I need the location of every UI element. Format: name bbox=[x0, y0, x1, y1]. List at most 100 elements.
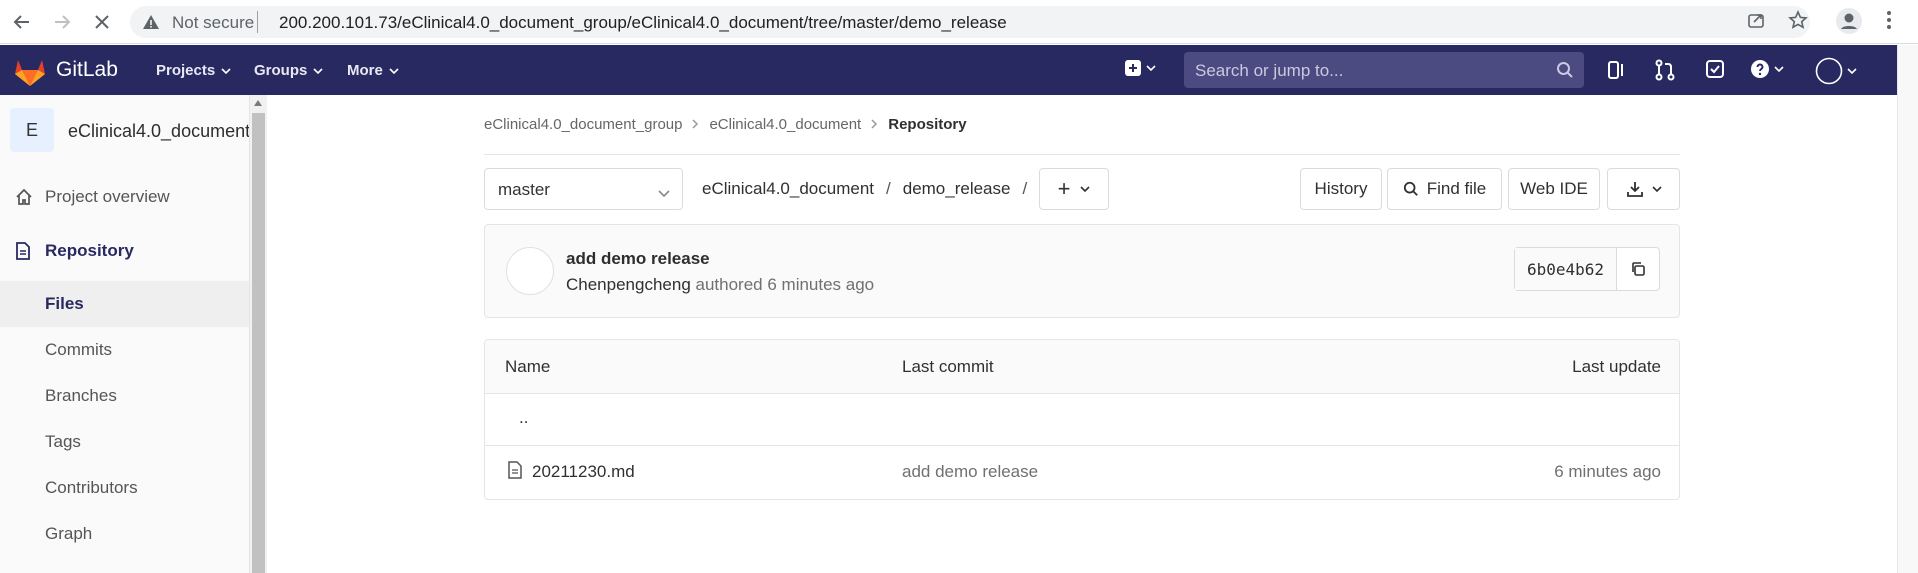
chevron-down-icon bbox=[1651, 186, 1662, 192]
web-ide-label: Web IDE bbox=[1520, 179, 1588, 198]
todos-icon[interactable] bbox=[1705, 59, 1725, 79]
last-commit-panel: add demo release Chenpengcheng authored … bbox=[484, 224, 1680, 318]
branch-select[interactable]: master bbox=[484, 168, 683, 210]
bookmark-star-icon[interactable] bbox=[1788, 10, 1808, 35]
nav-groups-label: Groups bbox=[254, 62, 308, 79]
chevron-down-icon bbox=[1847, 68, 1857, 74]
path-root-link[interactable]: eClinical4.0_document bbox=[702, 179, 874, 199]
chevron-down-icon bbox=[1146, 65, 1156, 71]
sidebar-scrollbar-thumb[interactable] bbox=[252, 113, 265, 573]
file-last-commit-link[interactable]: add demo release bbox=[902, 462, 1038, 482]
commit-sha-link[interactable]: 6b0e4b62 bbox=[1514, 248, 1617, 290]
close-icon bbox=[95, 15, 109, 29]
project-sidebar: E eClinical4.0_document Project overview… bbox=[0, 95, 250, 573]
back-button[interactable] bbox=[8, 8, 36, 36]
commit-author-avatar[interactable] bbox=[506, 247, 554, 295]
commit-authored-time: authored 6 minutes ago bbox=[695, 275, 875, 294]
download-icon bbox=[1626, 182, 1643, 197]
search-input[interactable]: Search or jump to... bbox=[1184, 52, 1584, 88]
share-icon[interactable] bbox=[1746, 10, 1766, 35]
column-header-last-commit: Last commit bbox=[902, 357, 994, 376]
column-header-name: Name bbox=[505, 357, 551, 376]
issues-icon[interactable] bbox=[1606, 59, 1628, 81]
nav-more[interactable]: More bbox=[347, 62, 399, 79]
chevron-right-icon bbox=[692, 117, 699, 132]
header-divider bbox=[484, 154, 1680, 155]
address-bar[interactable]: Not secure 200.200.101.73/eClinical4.0_d… bbox=[130, 6, 1810, 38]
table-row[interactable]: 20211230.md add demo release 6 minutes a… bbox=[485, 446, 1679, 498]
column-header-last-update: Last update bbox=[1572, 357, 1661, 376]
history-button[interactable]: History bbox=[1300, 168, 1382, 210]
breadcrumb-project-link[interactable]: eClinical4.0_document bbox=[709, 116, 861, 133]
sidebar-item-tags[interactable]: Tags bbox=[0, 419, 249, 465]
sidebar-scrollbar[interactable] bbox=[250, 95, 267, 573]
sidebar-item-files[interactable]: Files bbox=[0, 281, 249, 327]
sidebar-item-branches[interactable]: Branches bbox=[0, 373, 249, 419]
project-avatar: E bbox=[10, 108, 54, 152]
page-scrollbar[interactable] bbox=[1897, 45, 1918, 573]
breadcrumb-group-link[interactable]: eClinical4.0_document_group bbox=[484, 116, 682, 133]
parent-directory-link[interactable]: .. bbox=[519, 408, 528, 428]
gitlab-logo-icon[interactable] bbox=[14, 57, 46, 92]
sidebar-project-header[interactable]: E eClinical4.0_document bbox=[0, 95, 250, 167]
sidebar-item-label: Branches bbox=[45, 386, 117, 405]
table-header: Name Last commit Last update bbox=[485, 340, 1679, 394]
breadcrumb-current[interactable]: Repository bbox=[888, 116, 966, 133]
sidebar-item-label: Files bbox=[45, 294, 84, 313]
scroll-up-arrow-icon[interactable] bbox=[254, 100, 262, 106]
browser-toolbar: Not secure 200.200.101.73/eClinical4.0_d… bbox=[0, 0, 1918, 44]
sidebar-item-label: Graph bbox=[45, 524, 93, 543]
find-file-button[interactable]: Find file bbox=[1387, 168, 1502, 210]
user-menu-dropdown[interactable] bbox=[1815, 57, 1857, 85]
file-path: eClinical4.0_document / demo_release / bbox=[702, 179, 1039, 199]
chevron-down-icon bbox=[313, 67, 323, 74]
file-icon bbox=[508, 461, 522, 484]
plus-square-icon bbox=[1125, 60, 1141, 76]
copy-sha-button[interactable] bbox=[1617, 248, 1659, 290]
sidebar-item-contributors[interactable]: Contributors bbox=[0, 465, 249, 511]
nav-projects[interactable]: Projects bbox=[156, 62, 231, 79]
help-icon bbox=[1751, 60, 1769, 78]
profile-avatar-icon[interactable] bbox=[1836, 8, 1862, 39]
chevron-right-icon bbox=[871, 117, 878, 132]
commit-sha-group: 6b0e4b62 bbox=[1513, 247, 1660, 291]
sidebar-item-project-overview[interactable]: Project overview bbox=[0, 174, 249, 220]
forward-button[interactable] bbox=[48, 8, 76, 36]
commit-meta: Chenpengcheng authored 6 minutes ago bbox=[566, 275, 874, 295]
plus-icon: + bbox=[1057, 176, 1071, 201]
sidebar-item-graph[interactable]: Graph bbox=[0, 511, 249, 557]
copy-icon bbox=[1632, 262, 1645, 276]
chevron-down-icon bbox=[221, 67, 231, 74]
file-name-link[interactable]: 20211230.md bbox=[532, 462, 635, 482]
browser-menu-icon[interactable] bbox=[1886, 10, 1892, 35]
history-button-label: History bbox=[1314, 179, 1368, 198]
table-row-parent[interactable]: .. bbox=[485, 394, 1679, 446]
gitlab-navbar: GitLab Projects Groups More Search or ju… bbox=[0, 45, 1897, 95]
sidebar-item-label: Commits bbox=[45, 340, 113, 359]
commit-title-link[interactable]: add demo release bbox=[566, 249, 710, 269]
web-ide-button[interactable]: Web IDE bbox=[1508, 168, 1600, 210]
stop-loading-button[interactable] bbox=[88, 8, 116, 36]
home-icon bbox=[15, 188, 33, 211]
path-separator: / bbox=[1022, 179, 1028, 198]
warning-icon bbox=[142, 13, 160, 36]
sidebar-item-repository[interactable]: Repository bbox=[0, 228, 249, 274]
new-item-dropdown[interactable] bbox=[1124, 59, 1156, 77]
add-to-tree-dropdown[interactable]: + bbox=[1039, 168, 1109, 210]
nav-groups[interactable]: Groups bbox=[254, 62, 323, 79]
sidebar-project-name: eClinical4.0_document bbox=[68, 121, 250, 141]
merge-requests-icon[interactable] bbox=[1654, 59, 1676, 81]
search-icon bbox=[1556, 61, 1574, 84]
path-folder-link[interactable]: demo_release bbox=[903, 179, 1011, 199]
sidebar-item-commits[interactable]: Commits bbox=[0, 327, 249, 373]
download-dropdown[interactable] bbox=[1607, 168, 1680, 210]
find-file-label: Find file bbox=[1426, 179, 1487, 198]
commit-author-link[interactable]: Chenpengcheng bbox=[566, 275, 691, 294]
sidebar-item-label: Contributors bbox=[45, 478, 138, 497]
nav-more-label: More bbox=[347, 62, 383, 79]
chevron-down-icon bbox=[658, 185, 670, 203]
help-dropdown[interactable] bbox=[1750, 59, 1784, 79]
sidebar-item-label: Repository bbox=[45, 241, 134, 260]
gitlab-brand[interactable]: GitLab bbox=[56, 58, 118, 82]
chevron-down-icon bbox=[1774, 66, 1784, 72]
